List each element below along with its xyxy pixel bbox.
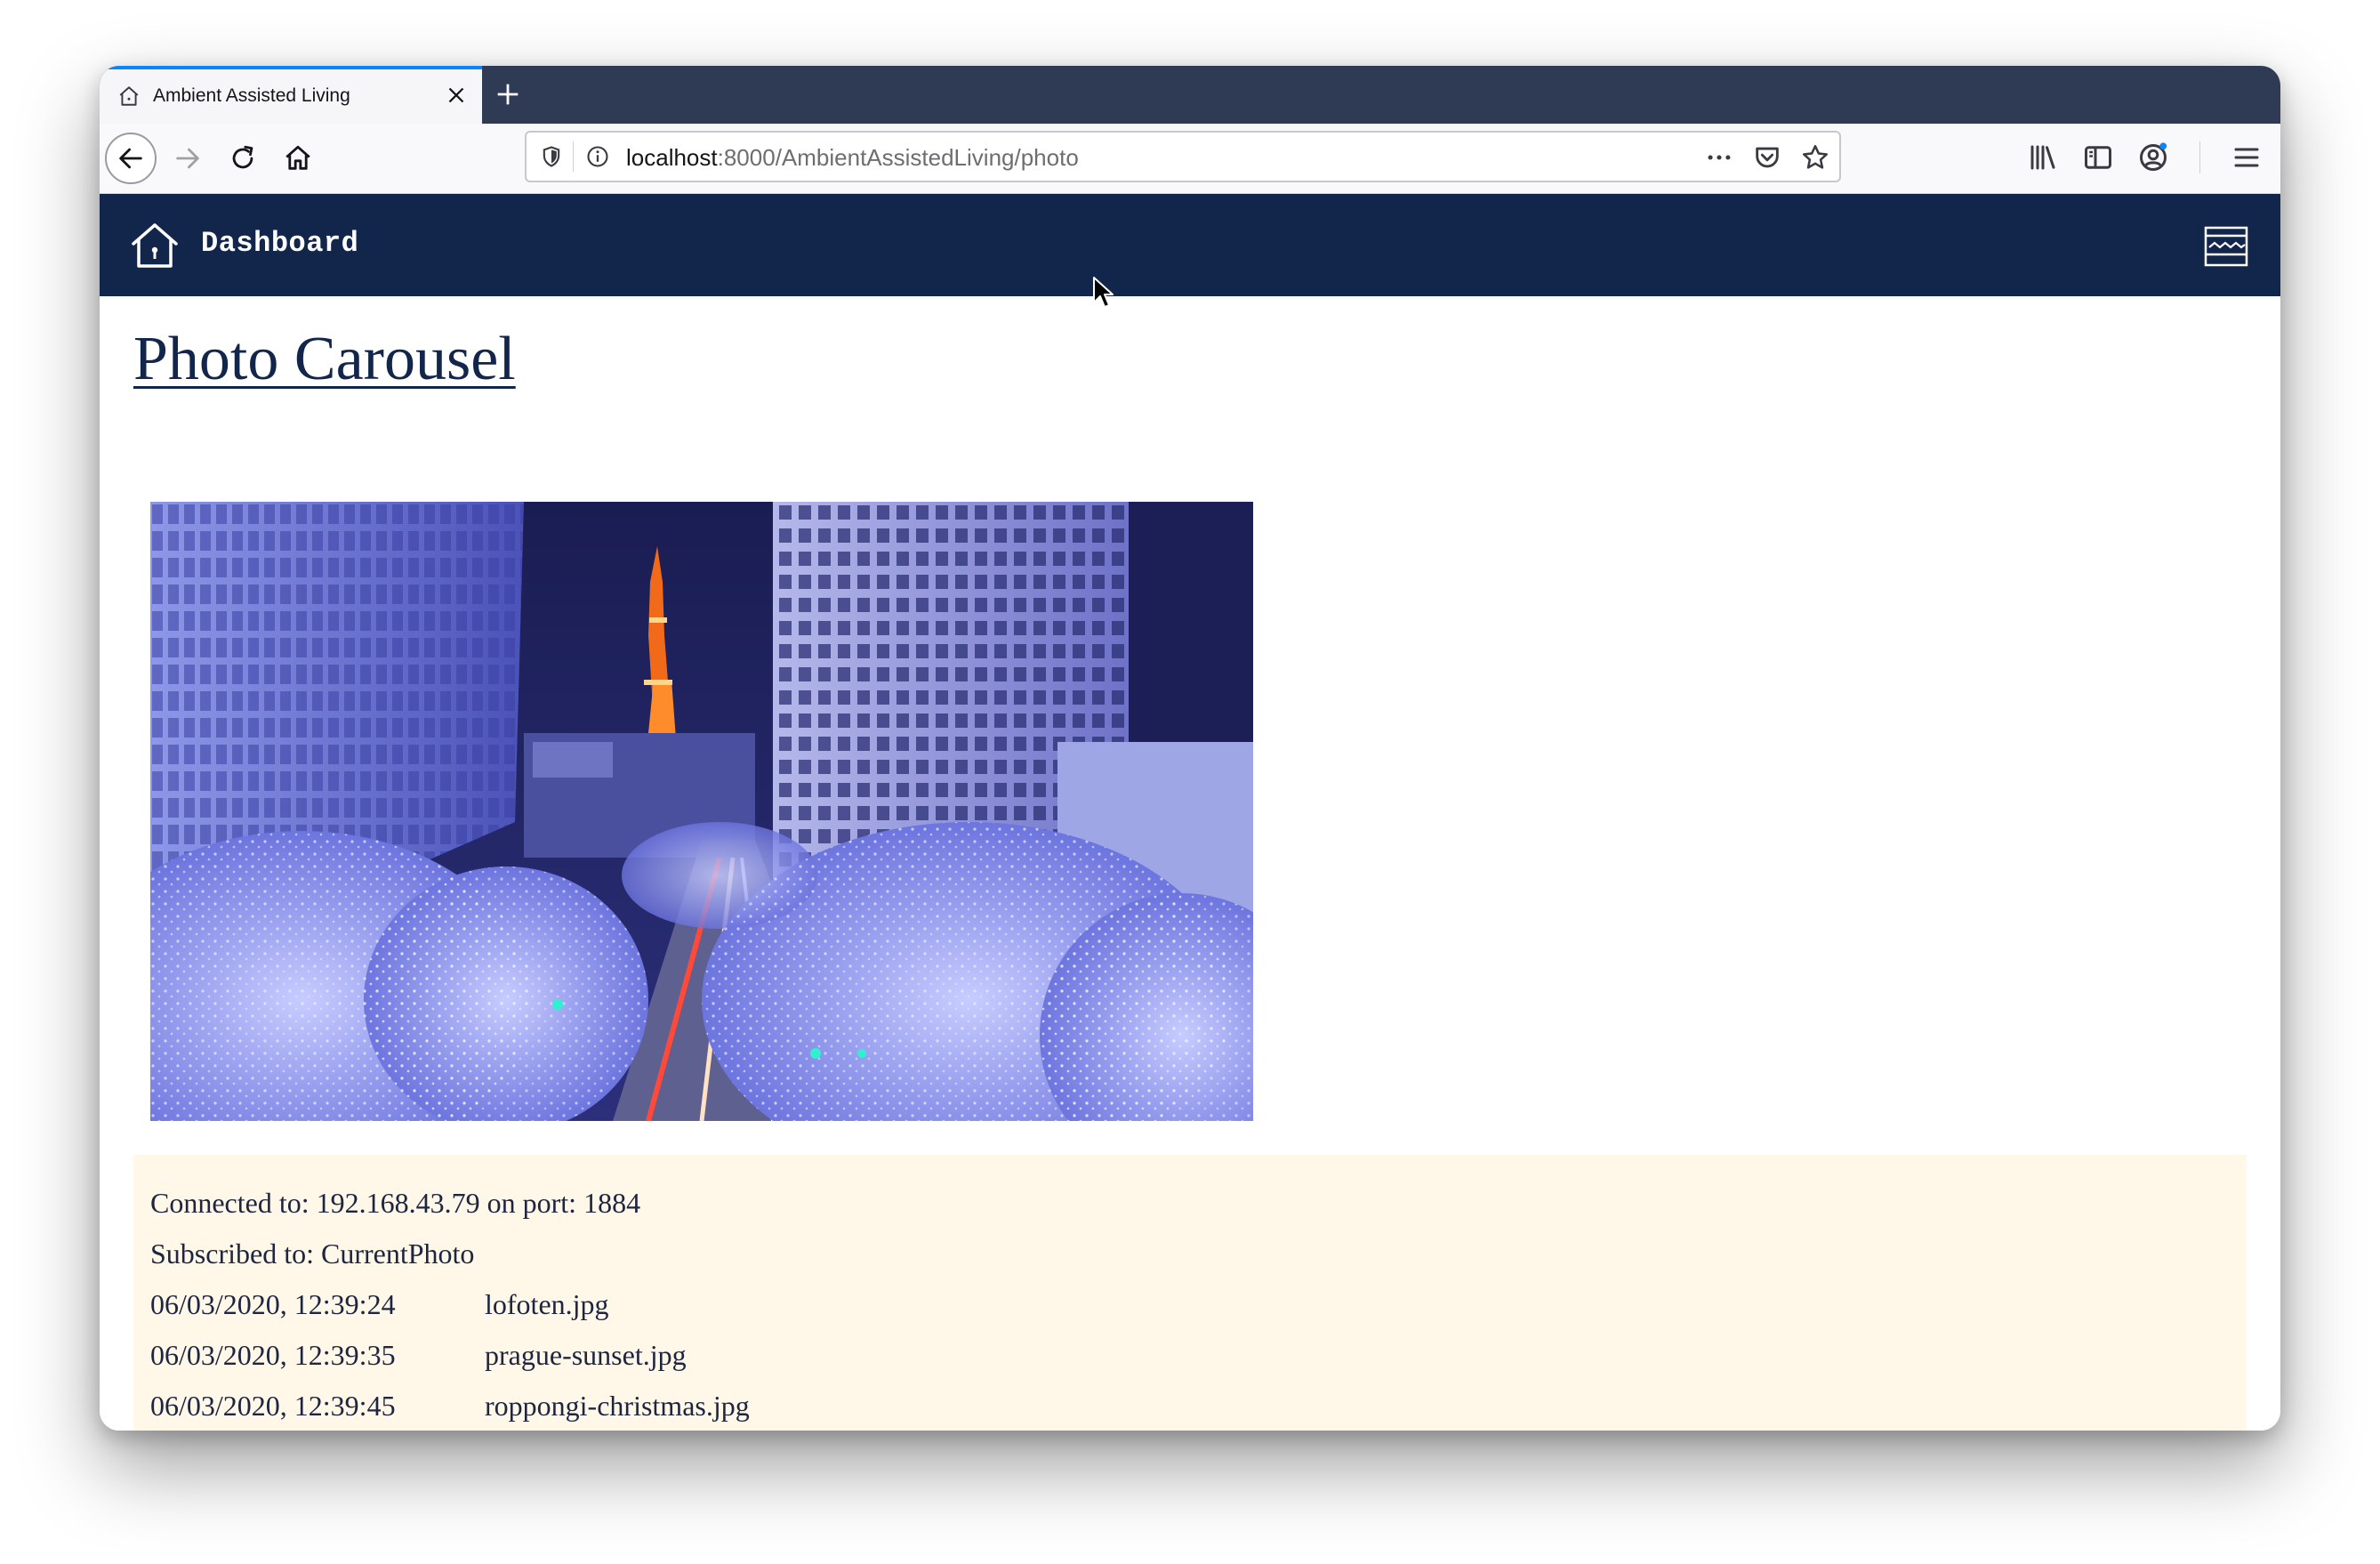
toolbar-right [2027,141,2263,173]
reload-icon [232,145,253,169]
log-entry-time: 06/03/2020, 12:39:24 [150,1288,396,1320]
url-path: :8000/AmbientAssistedLiving/photo [717,144,1079,171]
log-entry-file: lofoten.jpg [485,1288,609,1320]
home-icon [285,145,310,170]
tab-strip: Ambient Assisted Living [100,66,2280,124]
browser-window: Ambient Assisted Living localhost:8000/A… [100,66,2280,1431]
browser-toolbar: localhost:8000/AmbientAssistedLiving/pho… [100,124,2280,194]
close-tab-icon[interactable] [443,82,470,109]
hamburger-menu-icon[interactable] [2231,141,2263,173]
tab-ambient-assisted-living[interactable]: Ambient Assisted Living [100,66,482,124]
house-icon[interactable] [128,221,181,270]
carousel-photo [150,502,1253,1121]
url-divider [573,141,574,172]
navbar-toggle-icon[interactable] [2204,226,2248,267]
message-log: Connected to: 192.168.43.79 on port: 188… [133,1155,2247,1431]
sidebar-icon[interactable] [2082,141,2114,173]
log-entry-time: 06/03/2020, 12:39:45 [150,1390,396,1422]
tab-title: Ambient Assisted Living [153,85,350,106]
subscription-status: Subscribed to: CurrentPhoto [150,1237,475,1270]
back-button[interactable] [105,133,157,184]
url-text[interactable]: localhost:8000/AmbientAssistedLiving/pho… [626,144,1079,172]
new-tab-icon[interactable] [493,79,523,109]
night-city-illumination-image [150,502,1253,1121]
brand-link[interactable]: Dashboard [201,227,358,260]
reload-button[interactable] [217,133,269,184]
log-entry-file: roppongi-christmas.jpg [485,1390,750,1422]
log-entry-time: 06/03/2020, 12:39:35 [150,1339,396,1371]
mouse-cursor-icon [1093,277,1114,308]
shield-icon[interactable] [539,144,564,169]
home-favicon-icon [119,86,139,106]
log-entry: 06/03/2020, 12:39:35 prague-sunset.jpg [150,1330,2247,1381]
more-actions-icon[interactable] [1704,142,1734,173]
log-entry: 06/03/2020, 12:39:45 roppongi-christmas.j… [150,1381,2247,1431]
page-title[interactable]: Photo Carousel [133,324,516,395]
arrow-right-icon [176,148,199,169]
pocket-icon[interactable] [1752,142,1782,173]
info-icon[interactable] [585,144,610,169]
library-icon[interactable] [2027,141,2059,173]
account-icon[interactable] [2137,141,2169,173]
app-navbar: Dashboard [100,194,2280,296]
url-host: localhost [626,144,718,171]
forward-button[interactable] [162,133,213,184]
arrow-left-icon [119,148,142,169]
url-actions [1704,141,1830,173]
log-entry-file: prague-sunset.jpg [485,1339,687,1371]
page-content: Dashboard Photo Carousel Connected to: 1… [100,194,2280,1431]
home-button[interactable] [272,133,324,184]
address-bar[interactable]: localhost:8000/AmbientAssistedLiving/pho… [525,131,1841,182]
log-entry: 06/03/2020, 12:39:24 lofoten.jpg [150,1279,2247,1330]
toolbar-divider [2199,141,2200,173]
bookmark-star-icon[interactable] [1800,142,1830,173]
connection-status: Connected to: 192.168.43.79 on port: 188… [150,1187,641,1219]
